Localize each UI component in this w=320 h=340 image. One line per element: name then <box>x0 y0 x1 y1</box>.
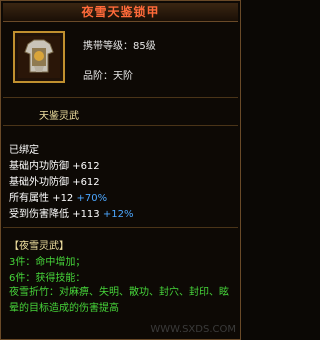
sub-name: 天鉴灵武 <box>39 111 79 122</box>
stat-row: 基础外功防御 +612 <box>9 173 100 188</box>
stat-value: +612 <box>72 177 100 188</box>
stat-bonus: +70% <box>76 193 108 204</box>
armor-icon <box>13 31 65 83</box>
carry-level: 携带等级：85级 <box>83 41 156 52</box>
stat-value: +12 <box>52 193 74 204</box>
stat-row: 所有属性 +12 +70% <box>9 189 107 204</box>
watermark: WWW.SXDS.COM <box>150 324 236 335</box>
item-tooltip: 夜雪天鉴锁甲 携带等级：85级 品阶：天阶 天鉴灵武 已绑定 基础内功防御 +6… <box>0 0 241 340</box>
item-title: 夜雪天鉴锁甲 <box>3 3 238 22</box>
divider <box>3 97 238 98</box>
set-skill-text: 夜雪折竹：对麻痹、失明、散功、封穴、封印、眩晕的目标造成的伤害提高 <box>9 287 229 314</box>
divider <box>3 125 238 126</box>
divider <box>3 227 238 228</box>
set-title: 【夜雪灵武】 <box>9 241 69 252</box>
stat-row: 基础内功防御 +612 <box>9 157 100 172</box>
stat-row: 受到伤害降低 +113 +12% <box>9 205 133 220</box>
stat-value: +113 <box>72 209 100 220</box>
bound-status: 已绑定 <box>9 145 39 156</box>
item-grade: 品阶：天阶 <box>83 71 133 82</box>
stat-label: 基础内功防御 <box>9 161 69 172</box>
set-bonus-6: 6件：获得技能： <box>9 273 86 284</box>
stat-value: +612 <box>72 161 100 172</box>
stat-label: 受到伤害降低 <box>9 209 69 220</box>
set-bonus-3: 3件：命中增加； <box>9 257 86 268</box>
stat-bonus: +12% <box>102 209 134 220</box>
stat-label: 基础外功防御 <box>9 177 69 188</box>
stat-label: 所有属性 <box>9 193 49 204</box>
